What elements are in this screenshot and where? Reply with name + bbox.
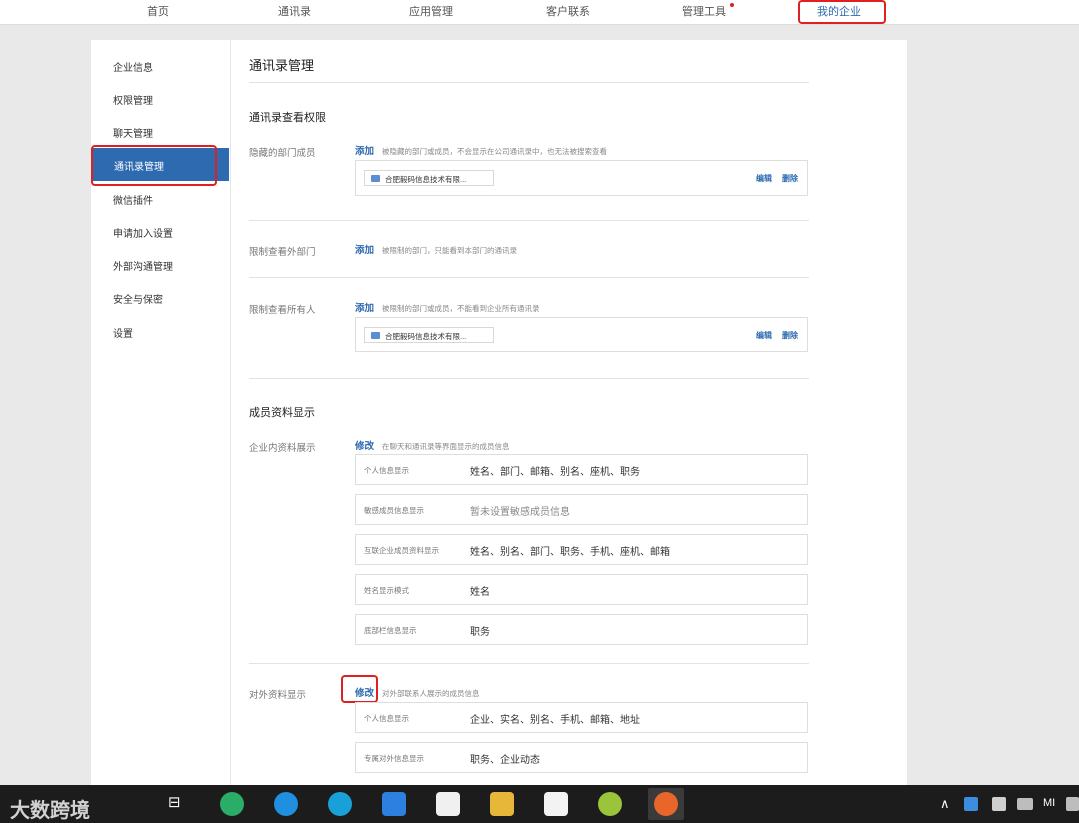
wechat-icon[interactable] [220, 792, 244, 816]
sidebar-item-external-comm[interactable]: 外部沟通管理 [113, 258, 173, 273]
info-row: 专属对外信息显示 职务、企业动态 [355, 742, 808, 773]
info-row-value: 企业、实名、别名、手机、邮箱、地址 [470, 715, 640, 726]
restrict-external-dept-hint: 被限制的部门，只能看到本部门的通讯录 [382, 246, 517, 255]
wps-icon[interactable] [544, 792, 568, 816]
divider [249, 378, 809, 379]
sidebar-item-wechat-plugin[interactable]: 微信插件 [113, 192, 153, 207]
info-row: 互联企业成员资料显示 姓名、别名、部门、职务、手机、座机、邮箱 [355, 534, 808, 565]
info-row-value: 姓名 [470, 587, 490, 598]
divider [249, 663, 809, 664]
view-permissions-heading: 通讯录查看权限 [249, 112, 326, 124]
chevron-up-icon[interactable]: ∧ [940, 796, 950, 812]
folder-icon [371, 332, 380, 339]
nav-customer-contact[interactable]: 客户联系 [546, 3, 590, 19]
edit-link[interactable]: 编辑 [756, 173, 772, 184]
app-icon[interactable] [598, 792, 622, 816]
nav-contacts[interactable]: 通讯录 [278, 3, 311, 19]
member-display-heading: 成员资料显示 [249, 407, 315, 419]
sidebar-item-permissions[interactable]: 权限管理 [113, 92, 153, 107]
delete-link[interactable]: 删除 [782, 330, 798, 341]
info-row-key: 底部栏信息显示 [364, 626, 417, 635]
info-row: 个人信息显示 姓名、部门、邮箱、别名、座机、职务 [355, 454, 808, 485]
edge-icon[interactable] [328, 792, 352, 816]
info-row-key: 个人信息显示 [364, 714, 409, 723]
hidden-members-box: 合肥毅码信息技术有限... 编辑 删除 [355, 160, 808, 196]
restrict-external-dept-add-link[interactable]: 添加 [355, 242, 374, 256]
divider [249, 277, 809, 278]
folder-icon[interactable] [490, 792, 514, 816]
divider [249, 220, 809, 221]
org-chip-text: 合肥毅码信息技术有限... [385, 332, 467, 341]
sidebar-item-security[interactable]: 安全与保密 [113, 291, 163, 306]
notes-icon[interactable] [382, 792, 406, 816]
sidebar-item-company-info[interactable]: 企业信息 [113, 59, 153, 74]
info-row-value: 暂未设置敏感成员信息 [470, 507, 570, 518]
info-row: 个人信息显示 企业、实名、别名、手机、邮箱、地址 [355, 702, 808, 733]
org-chip-text: 合肥毅码信息技术有限... [385, 175, 467, 184]
my-company-highlight [798, 0, 886, 24]
hidden-members-label: 隐藏的部门成员 [249, 148, 316, 159]
hidden-members-add-link[interactable]: 添加 [355, 143, 374, 157]
info-row-value: 职务 [470, 627, 490, 638]
shield-icon[interactable] [992, 797, 1006, 811]
sidebar-item-settings[interactable]: 设置 [113, 325, 133, 340]
sidebar-item-chat[interactable]: 聊天管理 [113, 125, 153, 140]
internal-display-hint: 在聊天和通讯录等界面显示的成员信息 [382, 442, 510, 451]
search-app-icon[interactable] [274, 792, 298, 816]
xmind-icon[interactable] [436, 792, 460, 816]
info-row: 姓名显示模式 姓名 [355, 574, 808, 605]
info-row-key: 姓名显示模式 [364, 586, 409, 595]
info-row-value: 职务、企业动态 [470, 755, 540, 766]
info-row-key: 敏感成员信息显示 [364, 506, 424, 515]
external-display-label: 对外资料显示 [249, 690, 307, 701]
watermark: 大数跨境 [10, 800, 90, 822]
restrict-all-hint: 被限制的部门或成员，不能看到企业所有通讯录 [382, 304, 540, 313]
top-nav: 首页 通讯录 应用管理 客户联系 管理工具 我的企业 [0, 0, 1079, 25]
external-edit-highlight [341, 675, 378, 703]
task-view-icon[interactable]: ⊟ [168, 793, 181, 811]
info-row: 底部栏信息显示 职务 [355, 614, 808, 645]
sidebar-highlight [91, 145, 217, 186]
restrict-all-add-link[interactable]: 添加 [355, 300, 374, 314]
page-title: 通讯录管理 [249, 58, 315, 73]
firefox-icon[interactable] [654, 792, 678, 816]
external-display-hint: 对外部联系人展示的成员信息 [382, 689, 480, 698]
info-row-value: 姓名、别名、部门、职务、手机、座机、邮箱 [470, 547, 670, 558]
restrict-all-label: 限制查看所有人 [249, 305, 316, 316]
edit-link[interactable]: 编辑 [756, 330, 772, 341]
org-chip: 合肥毅码信息技术有限... [364, 327, 494, 343]
network-icon[interactable] [1017, 798, 1033, 810]
notification-dot [730, 3, 734, 7]
info-row: 敏感成员信息显示 暂未设置敏感成员信息 [355, 494, 808, 525]
org-chip: 合肥毅码信息技术有限... [364, 170, 494, 186]
sidebar-item-join-settings[interactable]: 申请加入设置 [113, 225, 173, 240]
hidden-members-hint: 被隐藏的部门或成员，不会显示在公司通讯录中，也无法被搜索查看 [382, 147, 607, 156]
internal-display-label: 企业内资料展示 [249, 443, 316, 454]
taskbar: 大数跨境 ⊟ ∧ MI [0, 785, 1079, 823]
nav-home[interactable]: 首页 [147, 3, 169, 19]
nav-management-tools[interactable]: 管理工具 [682, 3, 726, 19]
tray-app-icon[interactable] [964, 797, 978, 811]
info-row-key: 互联企业成员资料显示 [364, 546, 439, 555]
info-row-key: 专属对外信息显示 [364, 754, 424, 763]
info-row-value: 姓名、部门、邮箱、别名、座机、职务 [470, 467, 640, 478]
restrict-external-dept-label: 限制查看外部门 [249, 247, 316, 258]
restrict-all-box: 合肥毅码信息技术有限... 编辑 删除 [355, 317, 808, 352]
delete-link[interactable]: 删除 [782, 173, 798, 184]
internal-display-edit-link[interactable]: 修改 [355, 438, 374, 452]
divider [249, 82, 809, 83]
info-row-key: 个人信息显示 [364, 466, 409, 475]
nav-app-management[interactable]: 应用管理 [409, 3, 453, 19]
folder-icon [371, 175, 380, 182]
mi-icon[interactable]: MI [1043, 797, 1055, 809]
tray-icon[interactable] [1066, 797, 1079, 811]
